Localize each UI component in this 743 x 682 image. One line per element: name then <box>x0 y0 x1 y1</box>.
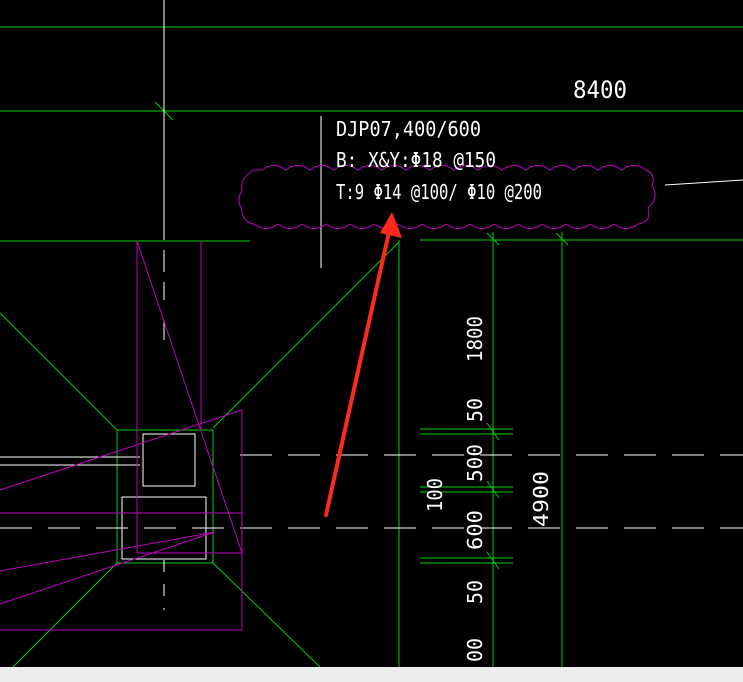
foundation-label: DJP07,400/600 <box>336 117 481 141</box>
cad-canvas[interactable]: 8400 DJP07,400/600 B: X&Y:Φ18 @150 T:9 Φ… <box>0 0 743 667</box>
top-rebar-label: T:9 Φ14 @100/ Φ10 @200 <box>336 180 542 204</box>
dim-00: 00 <box>463 638 487 662</box>
dim-600: 600 <box>463 510 487 550</box>
dim-50-lower: 50 <box>463 580 487 604</box>
dim-100: 100 <box>423 478 447 512</box>
dimension-8400: 8400 <box>573 76 627 104</box>
dim-50-upper: 50 <box>463 398 487 422</box>
bottom-rebar-label: B: X&Y:Φ18 @150 <box>336 148 496 172</box>
dim-1800: 1800 <box>463 316 487 362</box>
status-strip <box>0 667 743 682</box>
dim-500: 500 <box>463 444 487 482</box>
dim-4900: 4900 <box>529 471 553 527</box>
